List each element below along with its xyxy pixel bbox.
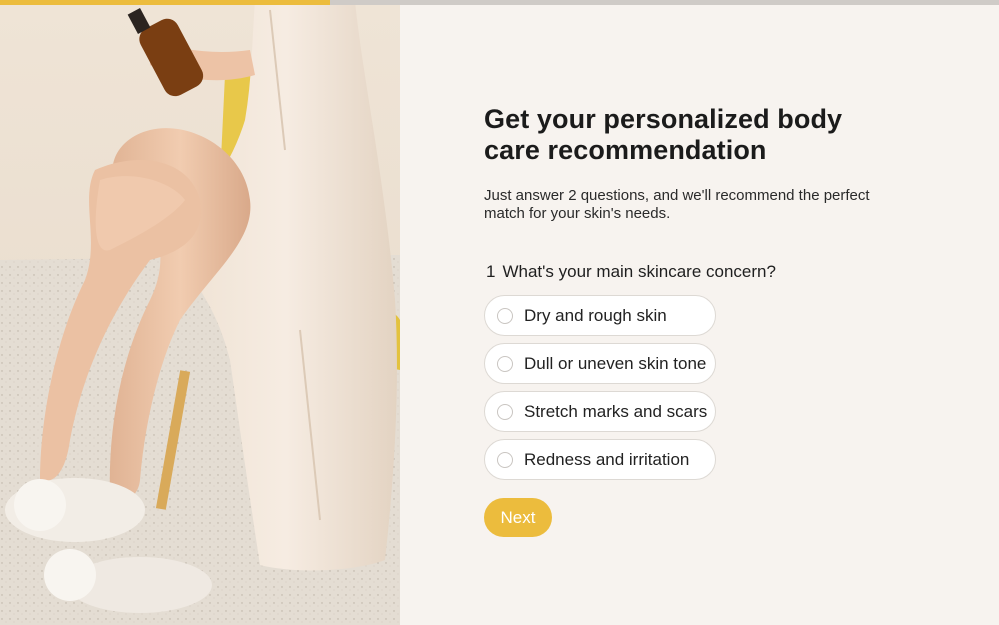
- next-button[interactable]: Next: [484, 498, 552, 537]
- quiz-panel: Get your personalized body care recommen…: [484, 104, 894, 537]
- option-label: Stretch marks and scars: [524, 401, 708, 421]
- hero-illustration: [0, 0, 400, 625]
- progress-bar: [0, 0, 999, 5]
- option-redness-irritation[interactable]: Redness and irritation: [484, 439, 716, 480]
- option-dry-rough-skin[interactable]: Dry and rough skin: [484, 295, 716, 336]
- option-dull-uneven-tone[interactable]: Dull or uneven skin tone: [484, 343, 716, 384]
- progress-fill: [0, 0, 330, 5]
- radio-icon[interactable]: [497, 451, 513, 468]
- radio-icon[interactable]: [497, 355, 513, 372]
- answer-options: Dry and rough skin Dull or uneven skin t…: [484, 295, 894, 480]
- question-number: 1: [486, 262, 496, 281]
- page-subtitle: Just answer 2 questions, and we'll recom…: [484, 187, 870, 222]
- question-heading: 1 What's your main skincare concern?: [484, 262, 894, 282]
- radio-icon[interactable]: [497, 307, 513, 324]
- question-text: What's your main skincare concern?: [502, 262, 776, 281]
- option-label: Dry and rough skin: [524, 305, 667, 325]
- option-stretch-marks-scars[interactable]: Stretch marks and scars: [484, 391, 716, 432]
- option-label: Dull or uneven skin tone: [524, 353, 707, 373]
- page-title: Get your personalized body care recommen…: [484, 104, 843, 165]
- radio-icon[interactable]: [497, 403, 513, 420]
- hero-image: [0, 0, 400, 625]
- option-label: Redness and irritation: [524, 449, 690, 469]
